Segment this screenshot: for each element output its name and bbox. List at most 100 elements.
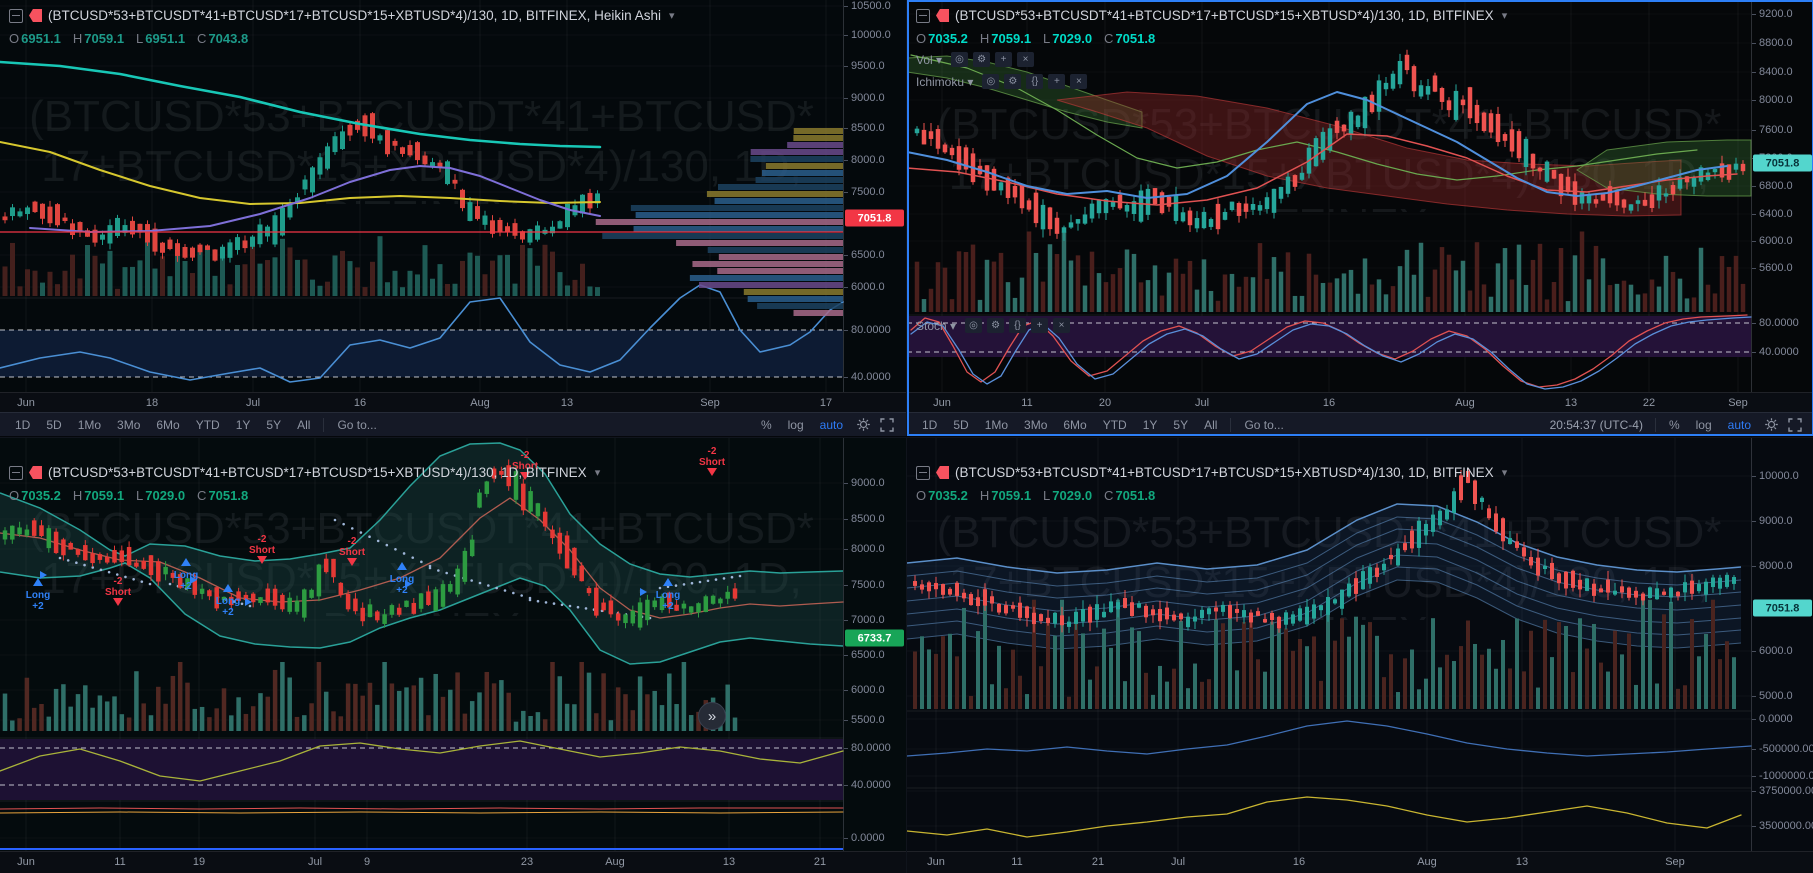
ohlc-close-value: 7043.8	[208, 31, 249, 46]
close-icon[interactable]: ×	[1017, 52, 1035, 67]
price-scale-label: 8500.0	[844, 122, 885, 134]
braces-icon[interactable]: {}	[1026, 74, 1044, 89]
eye-icon[interactable]: ◎	[951, 52, 969, 67]
time-axis[interactable]: Jun 11 19 Jul 9 23 Aug 13 21	[0, 851, 906, 873]
range-button-1mo[interactable]: 1Mo	[71, 416, 108, 434]
collapse-panel-icon[interactable]	[9, 8, 23, 23]
time-axis-label: 16	[1322, 397, 1336, 409]
log-scale-button[interactable]: log	[1689, 416, 1719, 434]
range-button-3mo[interactable]: 3Mo	[1017, 416, 1054, 434]
range-button-1y[interactable]: 1Y	[229, 416, 258, 434]
symbol-title[interactable]: (BTCUSD*53+BTCUSDT*41+BTCUSD*17+BTCUSD*1…	[955, 465, 1494, 480]
close-icon[interactable]: ×	[1053, 318, 1071, 333]
chart-canvas[interactable]: Long+2Long+2Long+2Long+2 Long+2-2Short-2S…	[0, 438, 906, 873]
price-scale-label: 7500.0	[844, 186, 885, 198]
collapse-panel-icon[interactable]	[916, 8, 930, 23]
range-button-5y[interactable]: 5Y	[1166, 416, 1195, 434]
price-scale[interactable]: 9000.0 8500.0 8000.0 7500.0 7000.0 6500.0 6000…	[843, 438, 906, 851]
range-button-5y[interactable]: 5Y	[259, 416, 288, 434]
eye-icon[interactable]: ◎	[965, 318, 983, 333]
range-button-6mo[interactable]: 6Mo	[1056, 416, 1093, 434]
range-button-1y[interactable]: 1Y	[1136, 416, 1165, 434]
time-axis-label: 23	[520, 856, 534, 868]
price-scale[interactable]: 10500.0 10000.0 9500.0 9000.0 8500.0 8000.0 75…	[843, 0, 906, 392]
percent-scale-button[interactable]: %	[1662, 416, 1687, 434]
indicator-label[interactable]: Stoch ▾	[916, 319, 956, 333]
price-scale[interactable]: 10000.0 9000.0 8000.0 6000.0 5000.0 0.0000 -50…	[1751, 438, 1813, 851]
flag-icon[interactable]	[936, 9, 949, 22]
flag-icon[interactable]	[29, 466, 42, 479]
chevron-down-icon[interactable]: ▾	[1502, 9, 1508, 22]
percent-scale-button[interactable]: %	[754, 416, 779, 434]
range-button-all[interactable]: All	[290, 416, 317, 434]
chart-canvas[interactable]	[907, 0, 1813, 436]
time-axis-label: Jul	[1170, 856, 1186, 868]
gear-icon[interactable]	[1760, 416, 1782, 434]
time-axis-label: Jun	[927, 856, 945, 868]
ohlc-low-label: L	[136, 488, 144, 503]
chevron-down-icon[interactable]: ▾	[595, 466, 601, 479]
svg-text:-2: -2	[708, 446, 717, 457]
range-button-5d[interactable]: 5D	[946, 416, 975, 434]
braces-icon[interactable]: {}	[1009, 318, 1027, 333]
indicator-row-ichimoku: Ichimoku ▾ ◎ ⚙ {} + ×	[916, 74, 1088, 89]
time-axis-label: Aug	[1417, 856, 1437, 868]
symbol-title[interactable]: (BTCUSD*53+BTCUSDT*41+BTCUSD*17+BTCUSD*1…	[48, 465, 587, 480]
price-scale-label: 0.0000	[1752, 713, 1793, 725]
auto-scale-button[interactable]: auto	[813, 416, 850, 434]
fullscreen-icon[interactable]	[876, 416, 898, 434]
collapse-panel-icon[interactable]	[9, 465, 23, 480]
time-axis[interactable]: Jun 18 Jul 16 Aug 13 Sep 17	[0, 392, 906, 414]
symbol-title[interactable]: (BTCUSD*53+BTCUSDT*41+BTCUSD*17+BTCUSD*1…	[955, 8, 1494, 23]
gear-icon[interactable]: ⚙	[973, 52, 991, 67]
auto-scale-button[interactable]: auto	[1721, 416, 1758, 434]
symbol-title[interactable]: (BTCUSD*53+BTCUSDT*41+BTCUSD*17+BTCUSD*1…	[48, 8, 661, 23]
chevron-down-icon[interactable]: ▾	[669, 9, 675, 22]
range-button-ytd[interactable]: YTD	[189, 416, 227, 434]
chevron-down-icon[interactable]: ▾	[1502, 466, 1508, 479]
gear-icon[interactable]: ⚙	[987, 318, 1005, 333]
gear-icon[interactable]	[852, 416, 874, 434]
chart-legend: (BTCUSD*53+BTCUSDT*41+BTCUSD*17+BTCUSD*1…	[9, 465, 600, 480]
range-button-3mo[interactable]: 3Mo	[110, 416, 147, 434]
time-axis[interactable]: Jun 11 21 Jul 16 Aug 13 Sep	[907, 851, 1813, 873]
range-button-6mo[interactable]: 6Mo	[149, 416, 186, 434]
indicator-label[interactable]: Vol ▾	[916, 53, 942, 67]
price-scale[interactable]: 9200.08800.08400.08000.07600.07200.06800…	[1751, 0, 1813, 392]
eye-icon[interactable]: ◎	[982, 74, 1000, 89]
price-scale-label: 9500.0	[844, 60, 885, 72]
chart-panel-bottom-left: (BTCUSD*53+BTCUSDT*41+BTCUSD*17+BTCUSD*1…	[0, 437, 906, 873]
flag-icon[interactable]	[29, 9, 42, 22]
time-axis[interactable]: Jun 11 20 Jul 16 Aug 13 22 Sep	[907, 392, 1813, 414]
plus-icon[interactable]: +	[1048, 74, 1066, 89]
chart-canvas[interactable]	[0, 0, 906, 436]
range-button-1d[interactable]: 1D	[915, 416, 944, 434]
goto-date-button[interactable]: Go to...	[330, 416, 383, 434]
range-button-ytd[interactable]: YTD	[1096, 416, 1134, 434]
range-button-1mo[interactable]: 1Mo	[978, 416, 1015, 434]
range-button-5d[interactable]: 5D	[39, 416, 68, 434]
svg-text:Short: Short	[699, 457, 726, 468]
chart-canvas[interactable]	[907, 438, 1813, 873]
time-axis-label: Aug	[605, 856, 625, 868]
plus-icon[interactable]: +	[1031, 318, 1049, 333]
gear-icon[interactable]: ⚙	[1004, 74, 1022, 89]
flag-icon[interactable]	[936, 466, 949, 479]
fullscreen-icon[interactable]	[1784, 416, 1806, 434]
time-axis-label: 11	[1021, 397, 1033, 409]
expand-more-button[interactable]: »	[698, 702, 726, 730]
ohlc-low-value: 7029.0	[1052, 31, 1093, 46]
log-scale-button[interactable]: log	[781, 416, 811, 434]
time-axis-label: 21	[1091, 856, 1105, 868]
indicator-label[interactable]: Ichimoku ▾	[916, 75, 973, 89]
range-button-all[interactable]: All	[1197, 416, 1224, 434]
ohlc-row: O 6951.1 H 7059.1 L 6951.1 C 7043.8	[9, 31, 248, 46]
goto-date-button[interactable]: Go to...	[1237, 416, 1290, 434]
price-scale-label: 3750000.0000	[1751, 785, 1813, 797]
price-scale-label: 0.0000	[844, 832, 885, 844]
ohlc-low-value: 7029.0	[1052, 488, 1093, 503]
plus-icon[interactable]: +	[995, 52, 1013, 67]
collapse-panel-icon[interactable]	[916, 465, 930, 480]
range-button-1d[interactable]: 1D	[8, 416, 37, 434]
close-icon[interactable]: ×	[1070, 74, 1088, 89]
